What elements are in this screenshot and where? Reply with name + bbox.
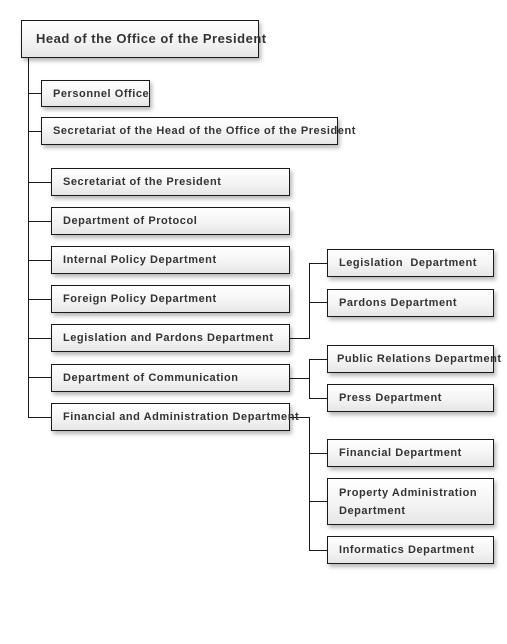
node-internal-policy: Internal Policy Department bbox=[51, 246, 290, 274]
node-protocol: Department of Protocol bbox=[51, 207, 290, 235]
connector-l2-3 bbox=[28, 299, 51, 300]
connector-l2-0 bbox=[28, 182, 51, 183]
node-legislation-pardons: Legislation and Pardons Department bbox=[51, 324, 290, 352]
node-property-administration: Property Administration Department bbox=[327, 478, 494, 525]
connector-communication-child-1 bbox=[309, 398, 327, 399]
connector-l2-6 bbox=[28, 417, 51, 418]
node-root: Head of the Office of the President bbox=[21, 20, 266, 58]
connector-communication-vertical bbox=[309, 359, 310, 399]
node-secretariat-president: Secretariat of the President bbox=[51, 168, 290, 196]
node-financial-department: Financial Department bbox=[327, 439, 494, 467]
node-pardons-department: Pardons Department bbox=[327, 289, 494, 317]
connector-secretariat-head bbox=[28, 131, 41, 132]
node-informatics-department: Informatics Department bbox=[327, 536, 494, 564]
node-secretariat-head: Secretariat of the Head of the Office of… bbox=[41, 117, 355, 145]
node-public-relations: Public Relations Department bbox=[327, 345, 501, 373]
node-legislation-department: Legislation Department bbox=[327, 249, 494, 277]
connector-l2-4 bbox=[28, 338, 51, 339]
connector-legislation-child-1 bbox=[309, 302, 327, 303]
connector-communication-out bbox=[290, 378, 309, 379]
connector-financial-child-1 bbox=[309, 501, 327, 502]
connector-l2-5 bbox=[28, 377, 51, 378]
connector-communication-child-0 bbox=[309, 359, 327, 360]
connector-main-vertical bbox=[28, 58, 29, 418]
connector-legislation-out bbox=[290, 338, 309, 339]
connector-financial-child-2 bbox=[309, 550, 327, 551]
connector-l2-2 bbox=[28, 260, 51, 261]
connector-financial-child-0 bbox=[309, 453, 327, 454]
connector-legislation-vertical bbox=[309, 263, 310, 339]
connector-l2-1 bbox=[28, 221, 51, 222]
connector-financial-vertical bbox=[309, 417, 310, 551]
node-communication: Department of Communication bbox=[51, 364, 290, 392]
node-foreign-policy: Foreign Policy Department bbox=[51, 285, 290, 313]
node-press-department: Press Department bbox=[327, 384, 494, 412]
node-personnel-office: Personnel Office bbox=[41, 80, 150, 107]
node-financial-administration: Financial and Administration Department bbox=[51, 403, 299, 431]
connector-legislation-child-0 bbox=[309, 263, 327, 264]
connector-personnel bbox=[28, 93, 41, 94]
